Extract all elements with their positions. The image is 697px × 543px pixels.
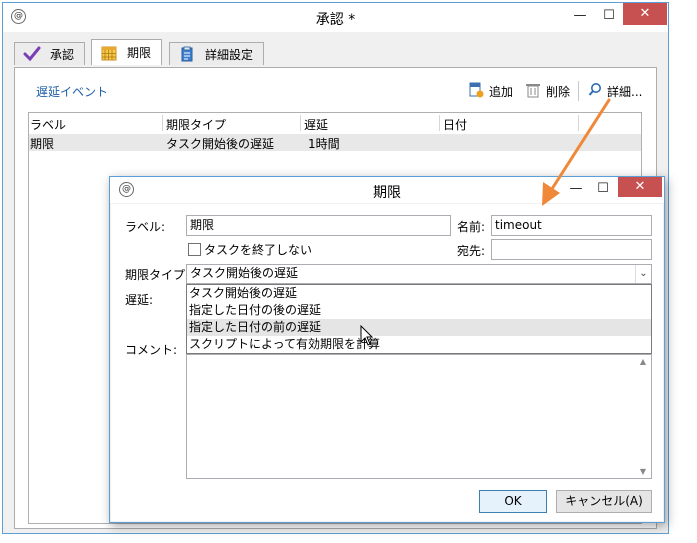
label-input[interactable]: 期限 (186, 215, 451, 236)
tab-advanced[interactable]: 詳細設定 (169, 42, 265, 65)
chevron-down-icon[interactable]: ⌄ (635, 265, 651, 283)
maximize-button[interactable]: ☐ (595, 6, 623, 26)
comment-caption: コメント: (125, 343, 178, 357)
delay-events-heading: 遅延イベント (36, 85, 109, 99)
add-button-label: 追加 (489, 85, 514, 99)
cancel-button[interactable]: キャンセル(A) (556, 490, 652, 513)
recipient-input[interactable] (491, 239, 652, 260)
checkmark-icon (23, 46, 41, 62)
type-dropdown-list: タスク開始後の遅延 指定した日付の後の遅延 指定した日付の前の遅延 スクリプトに… (186, 284, 652, 354)
tab-approval-label: 承認 (50, 47, 75, 62)
label-caption: ラベル: (125, 220, 166, 234)
dropdown-option[interactable]: スクリプトによって有効期限を計算 (187, 336, 651, 353)
add-doc-icon (468, 82, 484, 101)
dialog-close-button[interactable]: ✕ (618, 177, 662, 197)
ok-button-label: OK (504, 494, 522, 508)
row-delay-cell: 1時間 (308, 137, 340, 151)
column-header-type[interactable]: 期限タイプ (166, 116, 226, 133)
type-select-value: タスク開始後の遅延 (190, 266, 299, 280)
type-caption: 期限タイプ: (125, 268, 190, 282)
tab-deadline-label: 期限 (127, 46, 152, 60)
dialog-body: ラベル: 期限 名前: timeout タスクを終了しない 宛先: 期限タイプ:… (111, 204, 663, 521)
close-button[interactable]: ✕ (623, 3, 667, 25)
row-type-cell: タスク開始後の遅延 (166, 137, 275, 151)
add-button[interactable]: 追加 (468, 82, 513, 101)
scroll-up-icon[interactable]: ▲ (636, 357, 650, 366)
row-label-cell: 期限 (30, 137, 55, 151)
column-separator (162, 115, 163, 131)
type-select[interactable]: タスク開始後の遅延 ⌄ (186, 264, 652, 284)
minimize-button[interactable]: — (566, 6, 594, 26)
mouse-cursor-icon (360, 324, 374, 350)
tab-advanced-label: 詳細設定 (205, 47, 254, 62)
dropdown-option[interactable]: 指定した日付の前の遅延 (187, 319, 651, 336)
ok-button[interactable]: OK (479, 490, 547, 513)
calendar-icon (100, 45, 118, 61)
column-separator (439, 115, 440, 131)
column-header-label[interactable]: ラベル (30, 116, 66, 133)
tab-deadline[interactable]: 期限 (91, 39, 163, 65)
clipboard-icon (178, 46, 196, 62)
dropdown-option[interactable]: タスク開始後の遅延 (187, 285, 651, 302)
main-titlebar: @ 承認 * — ☐ ✕ (3, 3, 668, 32)
annotation-arrow-icon (542, 98, 611, 206)
tab-approval[interactable]: 承認 (14, 42, 86, 65)
comment-textarea[interactable]: ▲ ▼ (186, 354, 652, 479)
recipient-caption: 宛先: (457, 244, 486, 258)
dropdown-option[interactable]: 指定した日付の後の遅延 (187, 302, 651, 319)
name-caption: 名前: (457, 220, 486, 234)
delay-caption: 遅延: (125, 293, 154, 307)
deadline-dialog: @ 期限 — ☐ ✕ ラベル: 期限 名前: timeout タスクを終了しない… (109, 176, 665, 523)
column-separator (300, 115, 301, 131)
column-header-date[interactable]: 日付 (443, 116, 467, 133)
name-input[interactable]: timeout (491, 215, 652, 236)
cancel-button-label: キャンセル(A) (565, 494, 643, 508)
no-end-task-label[interactable]: タスクを終了しない (204, 241, 312, 258)
column-header-delay[interactable]: 遅延 (304, 116, 328, 133)
no-end-task-checkbox[interactable] (188, 243, 201, 256)
scroll-down-icon[interactable]: ▼ (636, 467, 650, 476)
